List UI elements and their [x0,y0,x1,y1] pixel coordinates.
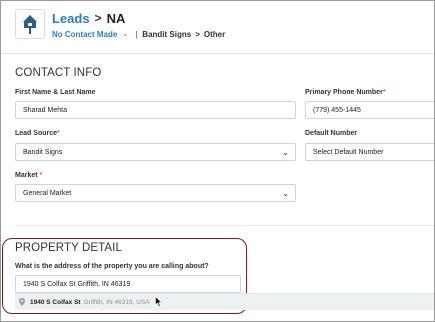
lead-source-label-text: Lead Source [15,130,58,137]
lead-status-bar: No Contact Made ⌄ | Bandit Signs > Other [52,28,225,40]
logo [15,9,45,39]
phone-label-text: Primary Phone Number [305,89,383,96]
mouse-cursor-icon [155,296,162,307]
lead-source-crumb: Bandit Signs [142,29,192,39]
market-label: Market * [15,172,42,179]
section-divider [15,225,434,226]
lead-source-value: Bandit Signs [23,148,63,156]
property-detail-heading: PROPERTY DETAIL [15,242,122,254]
market-value: General Market [23,189,72,197]
default-number-select[interactable]: Select Default Number [305,143,434,161]
lead-category-crumb: Other [203,29,226,39]
name-field[interactable]: Sharad Mehta [15,101,296,119]
address-suggestion[interactable]: 1940 S Colfax St Griffith, IN 46319, USA [15,293,434,310]
map-pin-icon [19,298,25,306]
contact-info-heading: CONTACT INFO [15,67,102,79]
breadcrumb-separator: > [94,11,102,25]
house-sign-icon [23,15,37,34]
header-divider [1,53,434,54]
default-number-label: Default Number [305,130,357,137]
crumb-arrow: > [195,29,200,39]
required-marker: * [39,172,43,179]
chevron-down-icon: ⌄ [282,148,289,157]
breadcrumb: Leads > NA [52,10,125,26]
required-marker: * [382,89,386,96]
phone-value: (779) 455-1445 [313,106,361,114]
market-label-text: Market [15,172,38,179]
divider-pipe: | [135,29,138,39]
app-window: Leads > NA No Contact Made ⌄ | Bandit Si… [0,0,435,322]
name-label-text: First Name & Last Name [15,89,96,96]
page-title: NA [106,10,126,26]
market-select[interactable]: General Market ⌄ [15,184,296,202]
status-dropdown[interactable]: No Contact Made [52,30,117,39]
required-marker: * [57,130,60,137]
property-address-value: 1940 S Colfax St Griffith, IN 46319 [23,280,131,288]
breadcrumb-leads-link[interactable]: Leads [52,11,90,26]
property-address-input[interactable]: 1940 S Colfax St Griffith, IN 46319 [15,275,241,293]
default-number-label-text: Default Number [305,130,358,137]
page-header: Leads > NA No Contact Made ⌄ | Bandit Si… [1,1,434,53]
lead-source-select[interactable]: Bandit Signs ⌄ [15,143,296,161]
suggestion-secondary: Griffith, IN 46319, USA [83,298,150,306]
name-value: Sharad Mehta [23,106,67,114]
chevron-down-icon: ⌄ [282,189,289,198]
default-number-value: Select Default Number [313,148,384,156]
phone-field[interactable]: (779) 455-1445 [305,101,434,119]
chevron-down-icon[interactable]: ⌄ [122,30,128,38]
lead-source-label: Lead Source* [15,130,60,137]
phone-label: Primary Phone Number* [305,89,386,96]
suggestion-main: 1940 S Colfax St [30,298,81,306]
property-question: What is the address of the property you … [15,263,209,270]
name-label: First Name & Last Name [15,89,96,96]
